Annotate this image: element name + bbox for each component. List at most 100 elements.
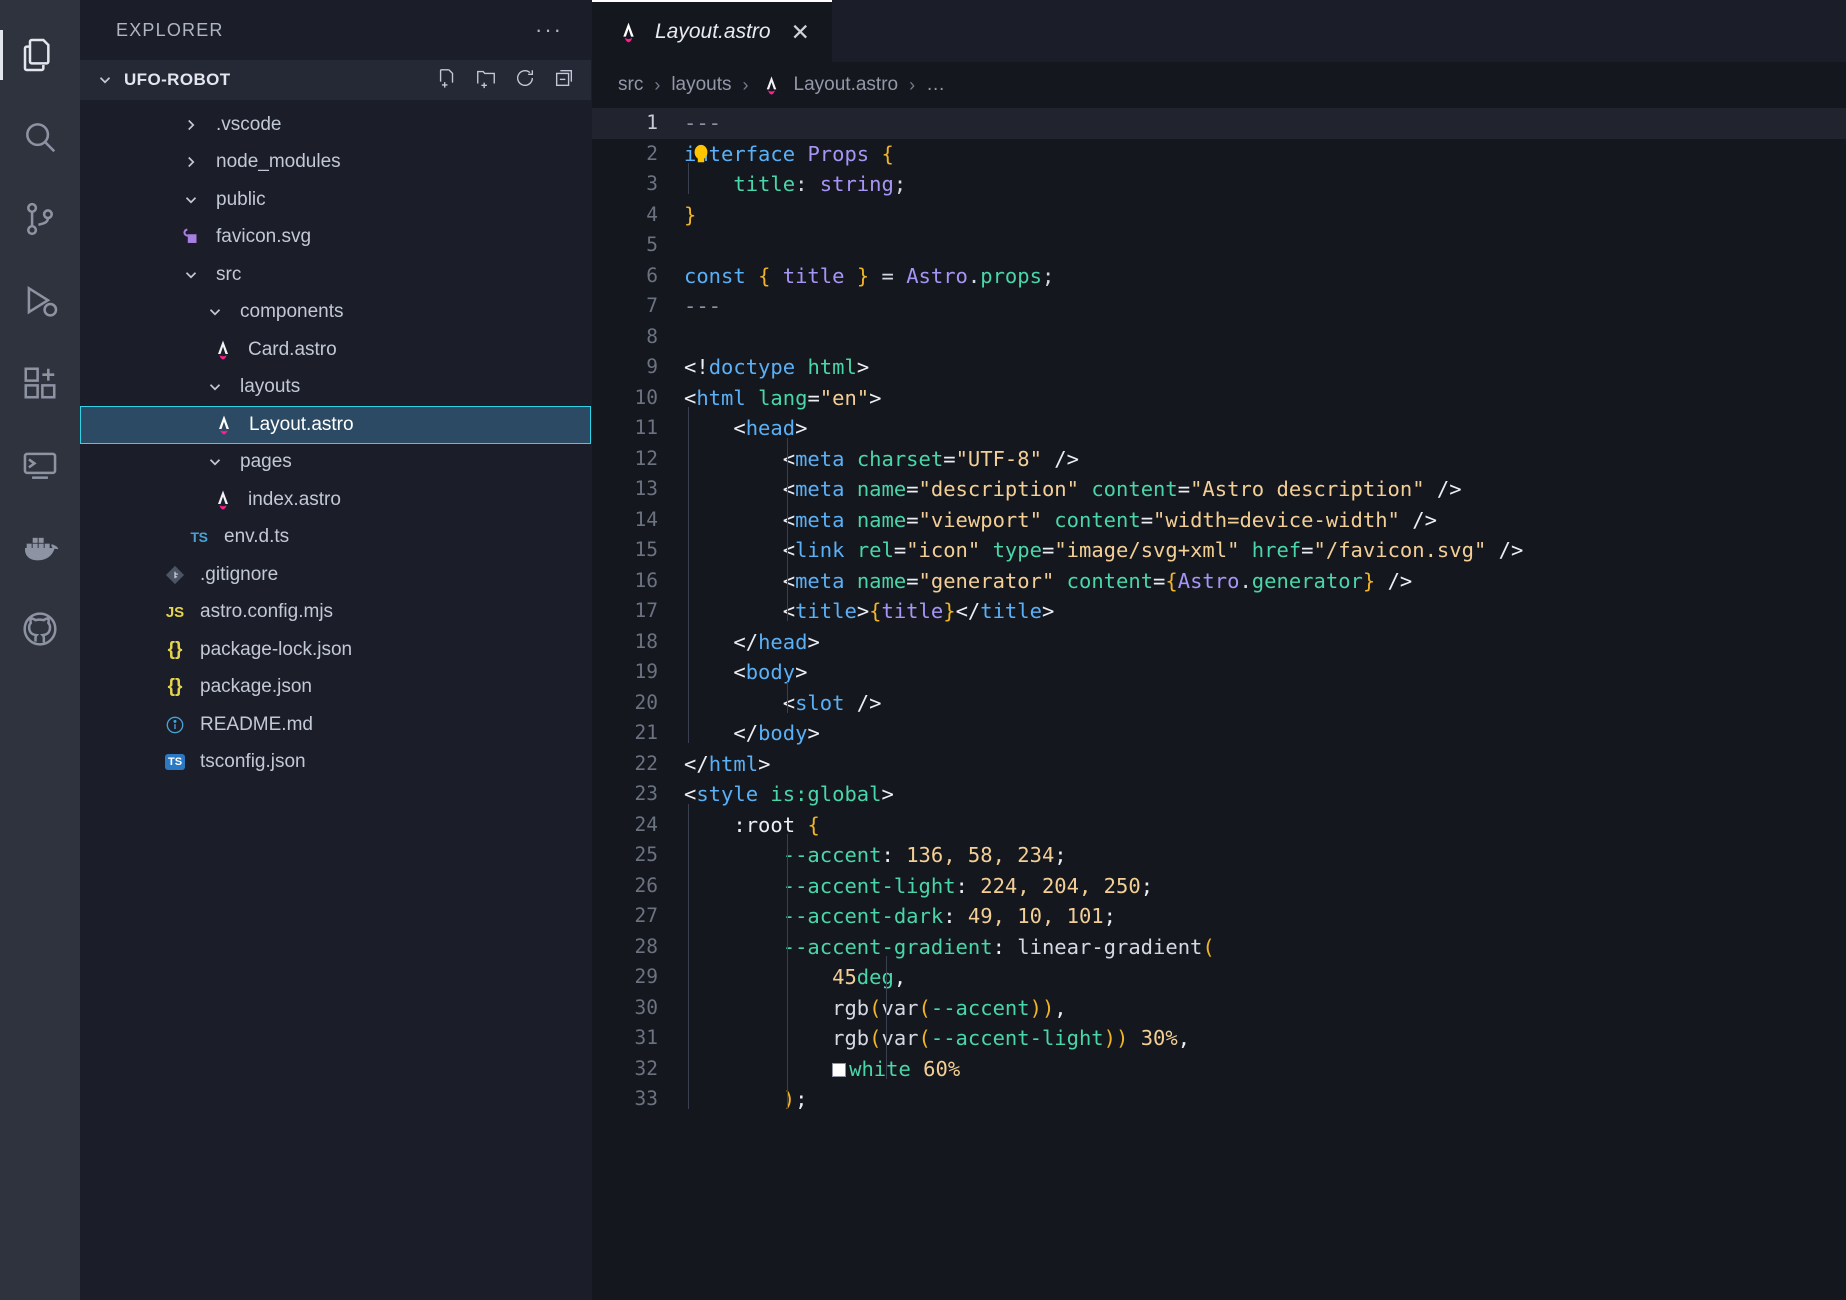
code-line[interactable]: 19 <body> (592, 657, 1846, 688)
tree-item-node-modules[interactable]: node_modules (80, 144, 591, 182)
activity-item-source-control[interactable] (0, 178, 80, 260)
tree-item-astro-config-mjs[interactable]: JS astro.config.mjs (80, 594, 591, 632)
code-line[interactable]: 31 rgb(var(--accent-light)) 30%, (592, 1023, 1846, 1054)
line-number: 11 (592, 413, 684, 444)
tree-item-package-lock-json[interactable]: {} package-lock.json (80, 631, 591, 669)
line-number: 3 (592, 169, 684, 200)
code-line[interactable]: 15 <link rel="icon" type="image/svg+xml"… (592, 535, 1846, 566)
line-number: 9 (592, 352, 684, 383)
activity-item-github[interactable] (0, 588, 80, 670)
tree-item-gitignore[interactable]: .gitignore (80, 556, 591, 594)
tree-item-label: components (230, 301, 344, 323)
code-line[interactable]: 29 45deg, (592, 962, 1846, 993)
chevron-down-icon (200, 453, 230, 471)
collapse-all-icon[interactable] (553, 67, 575, 94)
lightbulb-icon[interactable] (690, 142, 712, 166)
code-line[interactable]: 7 --- (592, 291, 1846, 322)
code-line[interactable]: 13 <meta name="description" content="Ast… (592, 474, 1846, 505)
tree-item-label: README.md (190, 714, 313, 736)
line-content: <meta name="description" content="Astro … (684, 474, 1846, 505)
explorer-root-row[interactable]: UFO-ROBOT (80, 60, 591, 100)
activity-item-explorer[interactable] (0, 14, 80, 96)
tab-layout-astro[interactable]: Layout.astro ✕ (592, 0, 832, 62)
new-file-icon[interactable] (436, 67, 458, 94)
code-line[interactable]: 30 rgb(var(--accent)), (592, 993, 1846, 1024)
tree-item-env-d-ts[interactable]: TS env.d.ts (80, 519, 591, 557)
sidebar-more-actions-button[interactable]: ··· (535, 17, 573, 43)
json-file-icon: {} (160, 639, 190, 661)
code-line[interactable]: 21 </body> (592, 718, 1846, 749)
line-content: <meta charset="UTF-8" /> (684, 444, 1846, 475)
code-line[interactable]: 27 --accent-dark: 49, 10, 101; (592, 901, 1846, 932)
tree-item-readme-md[interactable]: README.md (80, 706, 591, 744)
code-line[interactable]: 16 <meta name="generator" content={Astro… (592, 566, 1846, 597)
code-line[interactable]: 12 <meta charset="UTF-8" /> (592, 444, 1846, 475)
code-line[interactable]: 25 --accent: 136, 58, 234; (592, 840, 1846, 871)
code-line[interactable]: 14 <meta name="viewport" content="width=… (592, 505, 1846, 536)
activity-item-docker[interactable] (0, 506, 80, 588)
code-line[interactable]: 20 <slot /> (592, 688, 1846, 719)
tree-item-package-json[interactable]: {} package.json (80, 669, 591, 707)
tree-item-label: .vscode (206, 114, 281, 136)
code-line[interactable]: 11 <head> (592, 413, 1846, 444)
line-number: 16 (592, 566, 684, 597)
tree-item-components[interactable]: components (80, 294, 591, 332)
code-line[interactable]: 9 <!doctype html> (592, 352, 1846, 383)
code-line[interactable]: 26 --accent-light: 224, 204, 250; (592, 871, 1846, 902)
tree-item-label: public (206, 189, 266, 211)
chevron-down-icon (176, 191, 206, 209)
activity-item-run-debug[interactable] (0, 260, 80, 342)
tree-item-layouts[interactable]: layouts (80, 369, 591, 407)
code-line[interactable]: 2 interface Props { (592, 139, 1846, 170)
code-line[interactable]: 6 const { title } = Astro.props; (592, 261, 1846, 292)
activity-bar (0, 0, 80, 1300)
chevron-right-icon (176, 116, 206, 134)
line-content: --accent-gradient: linear-gradient( (684, 932, 1846, 963)
chevron-down-icon (200, 378, 230, 396)
activity-item-search[interactable] (0, 96, 80, 178)
code-line[interactable]: 32 white 60% (592, 1054, 1846, 1085)
tree-item-card-astro[interactable]: Card.astro (80, 331, 591, 369)
tree-item-vscode[interactable]: .vscode (80, 106, 591, 144)
code-line[interactable]: 22 </html> (592, 749, 1846, 780)
source-control-icon (21, 200, 59, 238)
code-line[interactable]: 24 :root { (592, 810, 1846, 841)
tree-item-layout-astro[interactable]: Layout.astro (80, 406, 591, 444)
astro-file-icon (208, 488, 238, 512)
line-number: 18 (592, 627, 684, 658)
code-line[interactable]: 8 (592, 322, 1846, 353)
code-editor[interactable]: 1 --- 2 interface Props { 3 title: strin… (592, 108, 1846, 1300)
color-swatch[interactable] (832, 1063, 846, 1077)
code-line[interactable]: 18 </head> (592, 627, 1846, 658)
tree-item-favicon-svg[interactable]: favicon.svg (80, 219, 591, 257)
code-line[interactable]: 23 <style is:global> (592, 779, 1846, 810)
line-content: </body> (684, 718, 1846, 749)
new-folder-icon[interactable] (475, 67, 497, 94)
code-line[interactable]: 33 ); (592, 1084, 1846, 1115)
ts-file-icon: TS (184, 529, 214, 545)
activity-item-extensions[interactable] (0, 342, 80, 424)
tree-item-public[interactable]: public (80, 181, 591, 219)
tree-item-label: package-lock.json (190, 639, 352, 661)
tsconfig-file-icon: TS (160, 754, 190, 770)
breadcrumb-item-src[interactable]: src (618, 74, 643, 96)
code-line[interactable]: 3 title: string; (592, 169, 1846, 200)
code-line[interactable]: 28 --accent-gradient: linear-gradient( (592, 932, 1846, 963)
tree-item-index-astro[interactable]: index.astro (80, 481, 591, 519)
close-icon[interactable]: ✕ (791, 19, 810, 46)
code-line[interactable]: 4 } (592, 200, 1846, 231)
activity-item-remote-explorer[interactable] (0, 424, 80, 506)
refresh-icon[interactable] (514, 67, 536, 94)
tree-item-tsconfig-json[interactable]: TS tsconfig.json (80, 744, 591, 782)
breadcrumb-item-symbol[interactable]: … (926, 74, 945, 96)
code-line[interactable]: 5 (592, 230, 1846, 261)
tree-item-src[interactable]: src (80, 256, 591, 294)
file-tree[interactable]: .vscode node_modules public (80, 100, 591, 1300)
tree-item-pages[interactable]: pages (80, 444, 591, 482)
breadcrumb-item-file[interactable]: Layout.astro (794, 74, 899, 96)
code-line[interactable]: 10 <html lang="en"> (592, 383, 1846, 414)
line-number: 28 (592, 932, 684, 963)
code-line[interactable]: 17 <title>{title}</title> (592, 596, 1846, 627)
breadcrumb-item-layouts[interactable]: layouts (671, 74, 731, 96)
code-line[interactable]: 1 --- (592, 108, 1846, 139)
